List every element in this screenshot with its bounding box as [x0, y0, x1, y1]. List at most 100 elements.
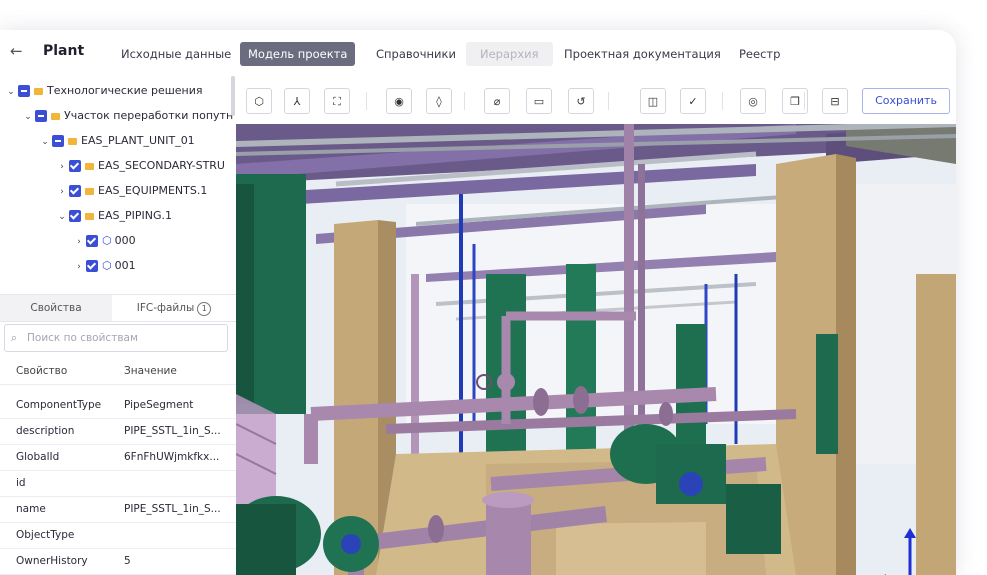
- property-value: PipeSegment: [124, 399, 194, 411]
- table-row[interactable]: OwnerHistory 5: [0, 548, 236, 575]
- folder-icon: [85, 162, 94, 170]
- tree-checkbox[interactable]: [69, 160, 81, 172]
- screenshot-icon[interactable]: ◎: [740, 88, 766, 114]
- split-view-icon[interactable]: ◫: [640, 88, 666, 114]
- panel-tabs: Свойства IFC-файлы 1: [0, 294, 236, 322]
- chevron-icon[interactable]: ›: [57, 156, 67, 178]
- tree-checkbox[interactable]: [86, 260, 98, 272]
- tab-source-data[interactable]: Исходные данные: [113, 42, 239, 66]
- table-header: Свойство Значение: [0, 358, 236, 385]
- tree-item-label: 000: [114, 234, 136, 247]
- property-key: description: [16, 425, 75, 437]
- tree-checkbox[interactable]: [86, 235, 98, 247]
- property-key: OwnerHistory: [16, 555, 88, 567]
- measure-icon[interactable]: ⌀: [484, 88, 510, 114]
- tree-item[interactable]: ⌄ EAS_PLANT_UNIT_01: [40, 130, 195, 152]
- column-value: Значение: [124, 365, 177, 377]
- tree-item[interactable]: › EAS_EQUIPMENTS.1: [57, 180, 207, 202]
- property-value: 6FnFhUWjmkfkx...: [124, 451, 220, 463]
- tree-checkbox[interactable]: [69, 210, 81, 222]
- search-placeholder: Поиск по свойствам: [27, 332, 138, 344]
- chevron-icon[interactable]: ›: [74, 256, 84, 278]
- folder-icon: [51, 112, 60, 120]
- plant-3d-scene: [236, 124, 956, 575]
- tree-item-label: EAS_SECONDARY-STRU: [98, 159, 225, 172]
- chevron-icon[interactable]: ⌄: [40, 131, 50, 153]
- folder-icon: [68, 137, 77, 145]
- tree-item-label: Технологические решения: [47, 84, 203, 97]
- tree-item[interactable]: ⌄ Участок переработки попутн: [23, 105, 233, 127]
- tree-item[interactable]: ⌄ EAS_PIPING.1: [57, 205, 172, 227]
- check-icon[interactable]: ✓: [680, 88, 706, 114]
- property-key: ComponentType: [16, 399, 102, 411]
- table-row[interactable]: id: [0, 470, 236, 497]
- tree-scrollbar[interactable]: [231, 76, 235, 116]
- project-title: Plant: [43, 43, 85, 59]
- section-icon[interactable]: ⊟: [822, 88, 848, 114]
- chevron-icon[interactable]: ›: [74, 231, 84, 253]
- property-value: 5: [124, 555, 131, 567]
- tree-checkbox[interactable]: [35, 110, 47, 122]
- top-bar: ← Plant Исходные данные Модель проекта С…: [0, 30, 956, 77]
- tab-properties[interactable]: Свойства: [0, 295, 112, 321]
- axes-icon[interactable]: ⅄: [284, 88, 310, 114]
- tree-item[interactable]: › EAS_SECONDARY-STRU: [57, 155, 225, 177]
- table-row[interactable]: name PIPE_SSTL_1in_S...: [0, 496, 236, 523]
- tree-checkbox[interactable]: [69, 185, 81, 197]
- property-search-input[interactable]: ⌕ Поиск по свойствам: [4, 324, 228, 352]
- reset-icon[interactable]: ↺: [568, 88, 594, 114]
- tree-item-label: EAS_PIPING.1: [98, 209, 172, 222]
- tree-item-label: 001: [114, 259, 136, 272]
- table-row[interactable]: ObjectType: [0, 522, 236, 549]
- tab-project-docs[interactable]: Проектная документация: [556, 42, 729, 66]
- tree-item[interactable]: ⌄ Технологические решения: [6, 80, 203, 102]
- comment-icon[interactable]: ▭: [526, 88, 552, 114]
- object-icon: ⬡: [102, 259, 112, 272]
- chevron-icon[interactable]: ⌄: [23, 106, 33, 128]
- folder-icon: [85, 212, 94, 220]
- search-icon: ⌕: [11, 332, 17, 344]
- column-property: Свойство: [16, 365, 68, 377]
- tree-checkbox[interactable]: [18, 85, 30, 97]
- property-value: PIPE_SSTL_1in_S...: [124, 425, 221, 437]
- table-row[interactable]: GlobalId 6FnFhUWjmkfkx...: [0, 444, 236, 471]
- toolbar-divider: [366, 92, 367, 110]
- fit-view-icon[interactable]: ⛶: [324, 88, 350, 114]
- view-cube-icon[interactable]: ⬡: [246, 88, 272, 114]
- tree-item-label: EAS_PLANT_UNIT_01: [81, 134, 195, 147]
- property-value: PIPE_SSTL_1in_S...: [124, 503, 221, 515]
- visibility-icon[interactable]: ◉: [386, 88, 412, 114]
- toolbar-divider: [722, 92, 723, 110]
- tree-checkbox[interactable]: [52, 135, 64, 147]
- table-row[interactable]: description PIPE_SSTL_1in_S...: [0, 418, 236, 445]
- chevron-icon[interactable]: ›: [57, 181, 67, 203]
- tab-ifc-files-label: IFC-файлы: [136, 302, 195, 314]
- property-key: id: [16, 477, 26, 489]
- tree-item-label: EAS_EQUIPMENTS.1: [98, 184, 208, 197]
- arrow-left-icon[interactable]: ←: [10, 42, 23, 60]
- app-window: ← Plant Исходные данные Модель проекта С…: [0, 30, 956, 575]
- tab-directories[interactable]: Справочники: [368, 42, 464, 66]
- object-icon: ⬡: [102, 234, 112, 247]
- folder-icon: [34, 87, 43, 95]
- folder-icon: [85, 187, 94, 195]
- ifc-files-count: 1: [197, 302, 212, 316]
- save-button[interactable]: Сохранить: [862, 88, 950, 114]
- tab-project-model[interactable]: Модель проекта: [240, 42, 356, 66]
- toolbar-divider: [804, 92, 805, 110]
- tree-item[interactable]: › ⬡ 001: [74, 255, 136, 277]
- model-tree: ⌄ Технологические решения ⌄ Участок перераб…: [0, 76, 236, 294]
- tab-properties-label: Свойства: [30, 302, 82, 314]
- toolbar-divider: [464, 92, 465, 110]
- tree-item[interactable]: › ⬡ 000: [74, 230, 136, 252]
- 3d-viewport[interactable]: [236, 124, 956, 575]
- table-row[interactable]: ComponentType PipeSegment: [0, 392, 236, 419]
- transparency-icon[interactable]: ◊: [426, 88, 452, 114]
- tab-ifc-files[interactable]: IFC-файлы 1: [112, 295, 236, 321]
- tree-item-label: Участок переработки попутн: [64, 109, 234, 122]
- chevron-icon[interactable]: ⌄: [57, 206, 67, 228]
- chevron-icon[interactable]: ⌄: [6, 81, 16, 103]
- tab-registry[interactable]: Реестр: [731, 42, 788, 66]
- property-key: GlobalId: [16, 451, 60, 463]
- toolbar-divider: [608, 92, 609, 110]
